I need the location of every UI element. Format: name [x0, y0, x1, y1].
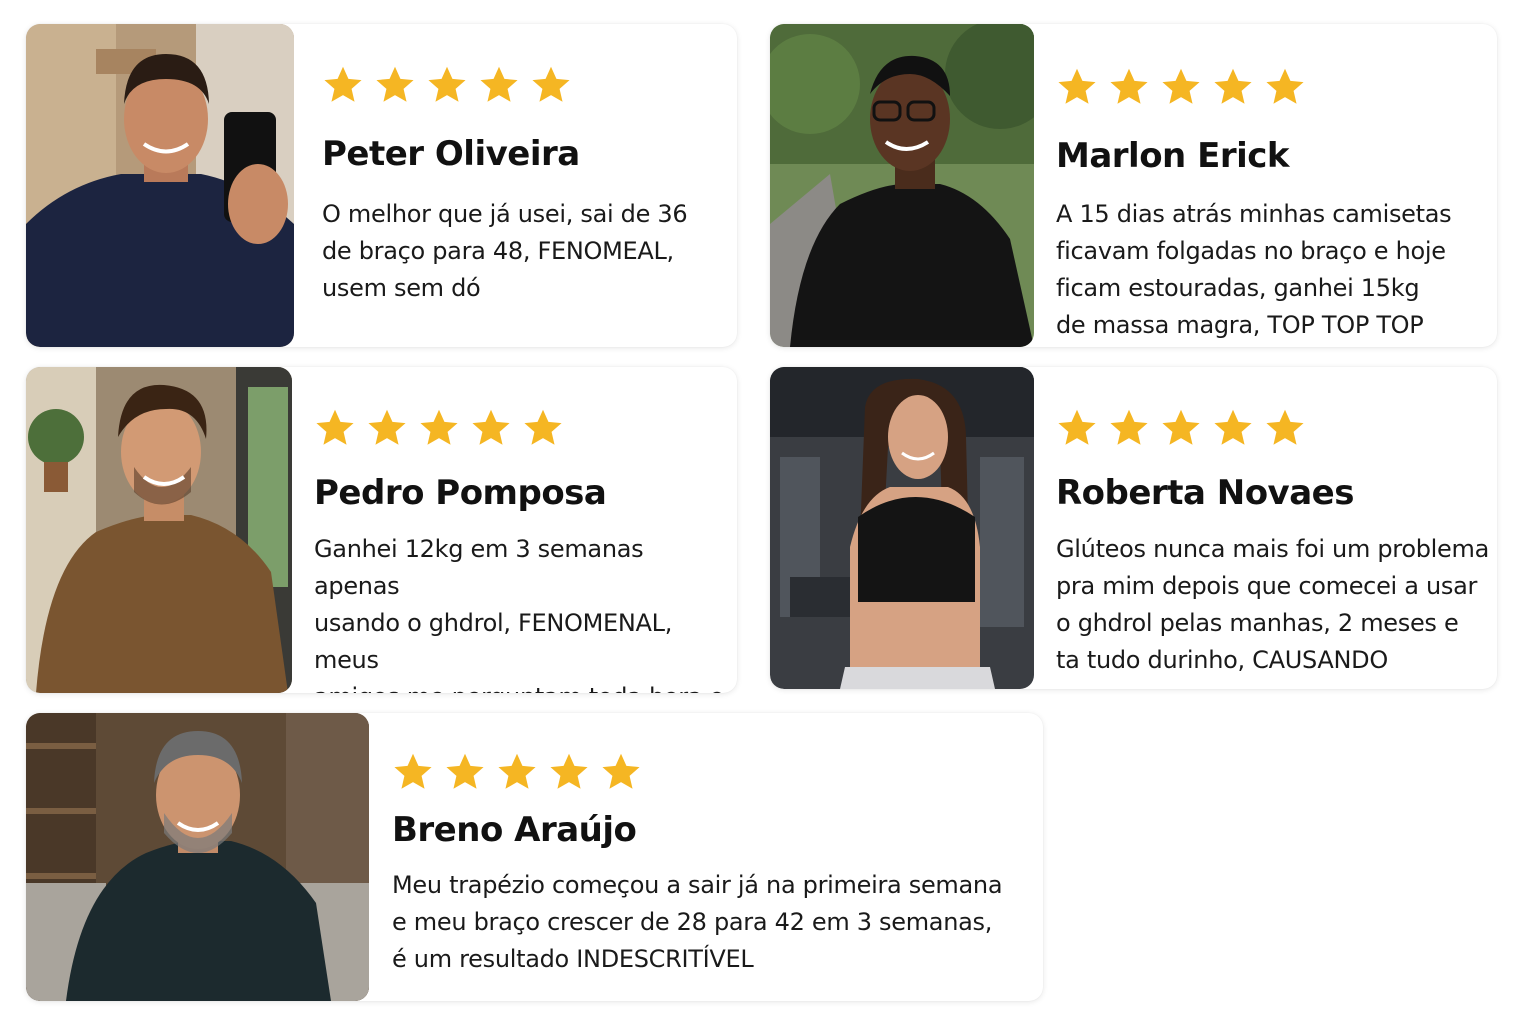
review-text: A 15 dias atrás minhas camisetas ficavam…: [1056, 200, 1452, 339]
avatar: [770, 24, 1034, 347]
star-icon: [314, 407, 356, 449]
star-icon: [1056, 66, 1098, 108]
star-icon: [1264, 407, 1306, 449]
star-icon: [374, 64, 416, 106]
star-rating: [314, 407, 564, 449]
star-rating: [1056, 407, 1306, 449]
reviewer-name: Pedro Pomposa: [314, 473, 607, 513]
review-text: Glúteos nunca mais foi um problema pra m…: [1056, 535, 1489, 674]
star-rating: [322, 64, 572, 106]
avatar: [26, 367, 292, 693]
star-icon: [1160, 407, 1202, 449]
star-icon: [470, 407, 512, 449]
reviewer-name: Peter Oliveira: [322, 134, 580, 174]
review-text: O melhor que já usei, sai de 36 de braço…: [322, 200, 688, 302]
star-rating: [1056, 66, 1306, 108]
testimonial-card: Breno Araújo Meu trapézio começou a sair…: [26, 713, 1043, 1001]
star-icon: [322, 64, 364, 106]
testimonial-card: Pedro Pomposa Ganhei 12kg em 3 semanas a…: [26, 367, 737, 693]
star-icon: [548, 751, 590, 793]
review-text: Meu trapézio começou a sair já na primei…: [392, 871, 1003, 973]
star-icon: [392, 751, 434, 793]
star-icon: [522, 407, 564, 449]
avatar: [770, 367, 1034, 689]
star-icon: [496, 751, 538, 793]
star-icon: [1264, 66, 1306, 108]
star-icon: [600, 751, 642, 793]
star-rating: [392, 751, 642, 793]
star-icon: [418, 407, 460, 449]
avatar: [26, 713, 369, 1001]
star-icon: [426, 64, 468, 106]
star-icon: [530, 64, 572, 106]
star-icon: [366, 407, 408, 449]
testimonial-card: Peter Oliveira O melhor que já usei, sai…: [26, 24, 737, 347]
review-text: Ganhei 12kg em 3 semanas apenas usando o…: [314, 535, 724, 693]
reviewer-name: Roberta Novaes: [1056, 473, 1354, 513]
star-icon: [1056, 407, 1098, 449]
avatar: [26, 24, 294, 347]
reviewer-name: Breno Araújo: [392, 810, 637, 850]
star-icon: [1212, 407, 1254, 449]
reviewer-name: Marlon Erick: [1056, 136, 1290, 176]
star-icon: [444, 751, 486, 793]
star-icon: [1212, 66, 1254, 108]
star-icon: [1108, 407, 1150, 449]
testimonial-card: Marlon Erick A 15 dias atrás minhas cami…: [770, 24, 1497, 347]
star-icon: [478, 64, 520, 106]
testimonial-card: Roberta Novaes Glúteos nunca mais foi um…: [770, 367, 1497, 689]
star-icon: [1108, 66, 1150, 108]
star-icon: [1160, 66, 1202, 108]
